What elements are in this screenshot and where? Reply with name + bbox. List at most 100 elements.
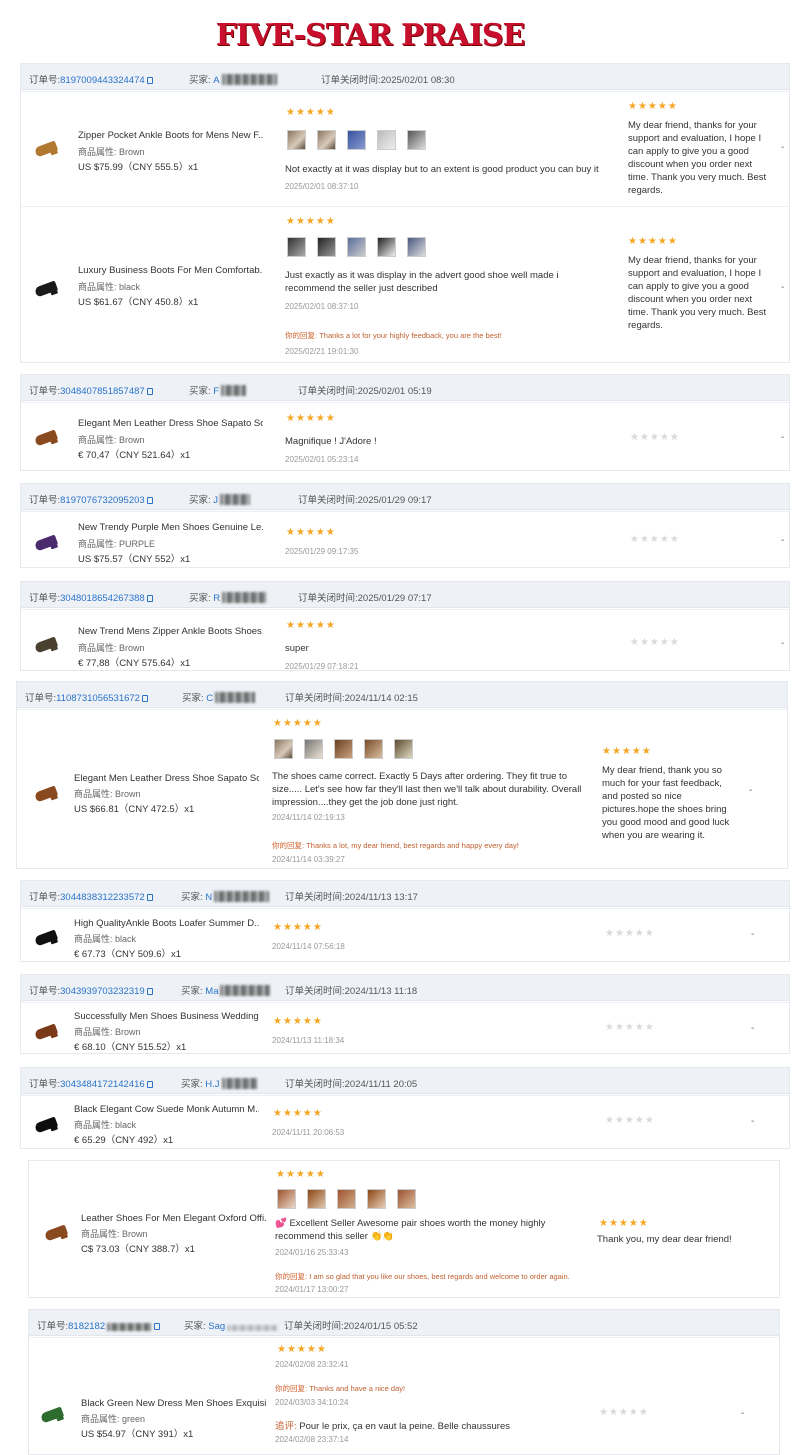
review-photo[interactable]	[367, 1189, 386, 1209]
order-header: 订单号:3043939703232319 买家: Ma 订单关闭时间:2024/…	[21, 975, 789, 1001]
dash: -	[751, 1116, 755, 1127]
review-text: Not exactly at it was display but to an …	[285, 164, 599, 175]
review-photo[interactable]	[397, 1189, 416, 1209]
copy-icon[interactable]	[146, 388, 153, 395]
review-photo[interactable]	[377, 237, 396, 257]
copy-icon[interactable]	[146, 77, 153, 84]
buyer-name[interactable]: A	[213, 75, 219, 86]
review-row: Zipper Pocket Ankle Boots for Mens New F…	[21, 91, 789, 206]
copy-icon[interactable]	[146, 894, 153, 901]
order-no-link[interactable]: 3043484172142416	[60, 1079, 145, 1090]
review-photo[interactable]	[287, 237, 306, 257]
product-thumbnail[interactable]	[35, 1398, 69, 1432]
copy-icon[interactable]	[146, 1081, 153, 1088]
order-block: 订单号:3043939703232319 买家: Ma 订单关闭时间:2024/…	[20, 974, 790, 1054]
review-photo[interactable]	[407, 237, 426, 257]
seller-stars: ★★★★★	[605, 928, 655, 939]
copy-icon[interactable]	[146, 497, 153, 504]
redaction	[222, 592, 268, 603]
review-photo[interactable]	[304, 739, 323, 759]
buyer-name[interactable]: F	[213, 386, 219, 397]
review-photo[interactable]	[407, 130, 426, 150]
product-thumbnail[interactable]	[29, 526, 63, 560]
seller-stars: ★★★★★	[599, 1218, 649, 1229]
product-price: US $75.57（CNY 552）x1	[78, 554, 191, 565]
buyer-name[interactable]: Ma	[205, 986, 218, 997]
copy-icon[interactable]	[141, 695, 148, 702]
order-no-link[interactable]: 3043939703232319	[60, 986, 145, 997]
review-photo[interactable]	[364, 739, 383, 759]
order-no-link[interactable]: 8197009443324474	[60, 75, 145, 86]
product-thumbnail[interactable]	[29, 421, 63, 455]
copy-icon[interactable]	[154, 1323, 161, 1330]
order-block: 订单号:3048407851857487 买家: F 订单关闭时间:2025/0…	[20, 374, 790, 471]
seller-reply: My dear friend, thanks for your support …	[628, 120, 767, 196]
buyer-name[interactable]: Sag	[208, 1321, 225, 1332]
product-price: € 70,47（CNY 521.64）x1	[78, 450, 191, 461]
close-time: 2025/01/29 09:17	[357, 495, 432, 506]
order-no-link[interactable]: 3048018654267388	[60, 593, 145, 604]
review-row: New Trend Mens Zipper Ankle Boots Shoes.…	[21, 609, 789, 672]
product-name[interactable]: Luxury Business Boots For Men Comfortab.…	[78, 265, 263, 276]
product-name[interactable]: Leather Shoes For Men Elegant Oxford Off…	[81, 1213, 266, 1224]
review-photo[interactable]	[377, 130, 396, 150]
review-time: 2024/02/08 23:32:41	[275, 1360, 349, 1369]
dash: -	[781, 142, 785, 153]
review-photo[interactable]	[347, 130, 366, 150]
review-photo[interactable]	[307, 1189, 326, 1209]
order-block: 订单号:8182182 买家: Sag 订单关闭时间:2024/01/15 05…	[28, 1309, 780, 1455]
review-row: New Trendy Purple Men Shoes Genuine Le..…	[21, 511, 789, 569]
buyer-name[interactable]: N	[205, 892, 212, 903]
product-name[interactable]: Black Elegant Cow Suede Monk Autumn M...	[74, 1104, 259, 1115]
order-no-link[interactable]: 8182182	[68, 1321, 105, 1332]
copy-icon[interactable]	[146, 988, 153, 995]
product-thumbnail[interactable]	[29, 272, 63, 306]
seller-stars: ★★★★★	[605, 1022, 655, 1033]
product-name[interactable]: Zipper Pocket Ankle Boots for Mens New F…	[78, 130, 263, 141]
order-no-link[interactable]: 1108731056531672	[56, 693, 140, 704]
review-photo[interactable]	[317, 130, 336, 150]
product-price: € 77,88（CNY 575.64）x1	[78, 658, 191, 669]
product-name[interactable]: Elegant Men Leather Dress Shoe Sapato So…	[74, 773, 259, 784]
review-photos	[274, 739, 424, 761]
product-name[interactable]: New Trendy Purple Men Shoes Genuine Le..…	[78, 522, 263, 533]
followup-review: 追评: Pour le prix, ça en vaut la peine. B…	[275, 1421, 510, 1432]
order-no-link[interactable]: 3048407851857487	[60, 386, 145, 397]
buyer-name[interactable]: R	[213, 593, 220, 604]
product-name[interactable]: Black Green New Dress Men Shoes Exquisi.…	[81, 1398, 266, 1409]
review-photo[interactable]	[347, 237, 366, 257]
buyer-name[interactable]: J	[213, 495, 218, 506]
product-thumbnail[interactable]	[29, 1108, 63, 1142]
buyer-name[interactable]: H.J	[205, 1079, 219, 1090]
seller-stars: ★★★★★	[630, 432, 680, 443]
product-thumbnail[interactable]	[29, 132, 63, 166]
review-time: 2024/01/16 25:33:43	[275, 1248, 349, 1257]
product-name[interactable]: Successfully Men Shoes Business Wedding …	[74, 1011, 259, 1022]
product-thumbnail[interactable]	[29, 777, 63, 811]
review-time: 2025/02/01 08:37:10	[285, 302, 359, 311]
copy-icon[interactable]	[146, 595, 153, 602]
order-no-link[interactable]: 3044838312233572	[60, 892, 145, 903]
product-attr: 商品属性: green	[81, 1414, 146, 1424]
review-photo[interactable]	[334, 739, 353, 759]
review-photo[interactable]	[337, 1189, 356, 1209]
review-photo[interactable]	[274, 739, 293, 759]
order-no-label: 订单号:	[29, 75, 61, 86]
product-thumbnail[interactable]	[29, 1015, 63, 1049]
review-photo[interactable]	[317, 237, 336, 257]
review-photo[interactable]	[394, 739, 413, 759]
product-price: € 65.29（CNY 492）x1	[74, 1135, 174, 1146]
order-no-link[interactable]: 8197076732095203	[60, 495, 145, 506]
product-name[interactable]: New Trend Mens Zipper Ankle Boots Shoes.…	[78, 626, 263, 637]
review-photo[interactable]	[287, 130, 306, 150]
rating-stars: ★★★★★	[273, 922, 323, 933]
product-name[interactable]: High QualityAnkle Boots Loafer Summer D.…	[74, 918, 259, 929]
product-name[interactable]: Elegant Men Leather Dress Shoe Sapato So…	[78, 418, 263, 429]
product-thumbnail[interactable]	[29, 921, 63, 955]
product-thumbnail[interactable]	[39, 1216, 73, 1250]
review-row: Black Green New Dress Men Shoes Exquisi.…	[29, 1337, 779, 1455]
order-header: 订单号:8182182 买家: Sag 订单关闭时间:2024/01/15 05…	[29, 1310, 779, 1336]
buyer-name[interactable]: C	[206, 693, 213, 704]
review-photo[interactable]	[277, 1189, 296, 1209]
product-thumbnail[interactable]	[29, 628, 63, 662]
